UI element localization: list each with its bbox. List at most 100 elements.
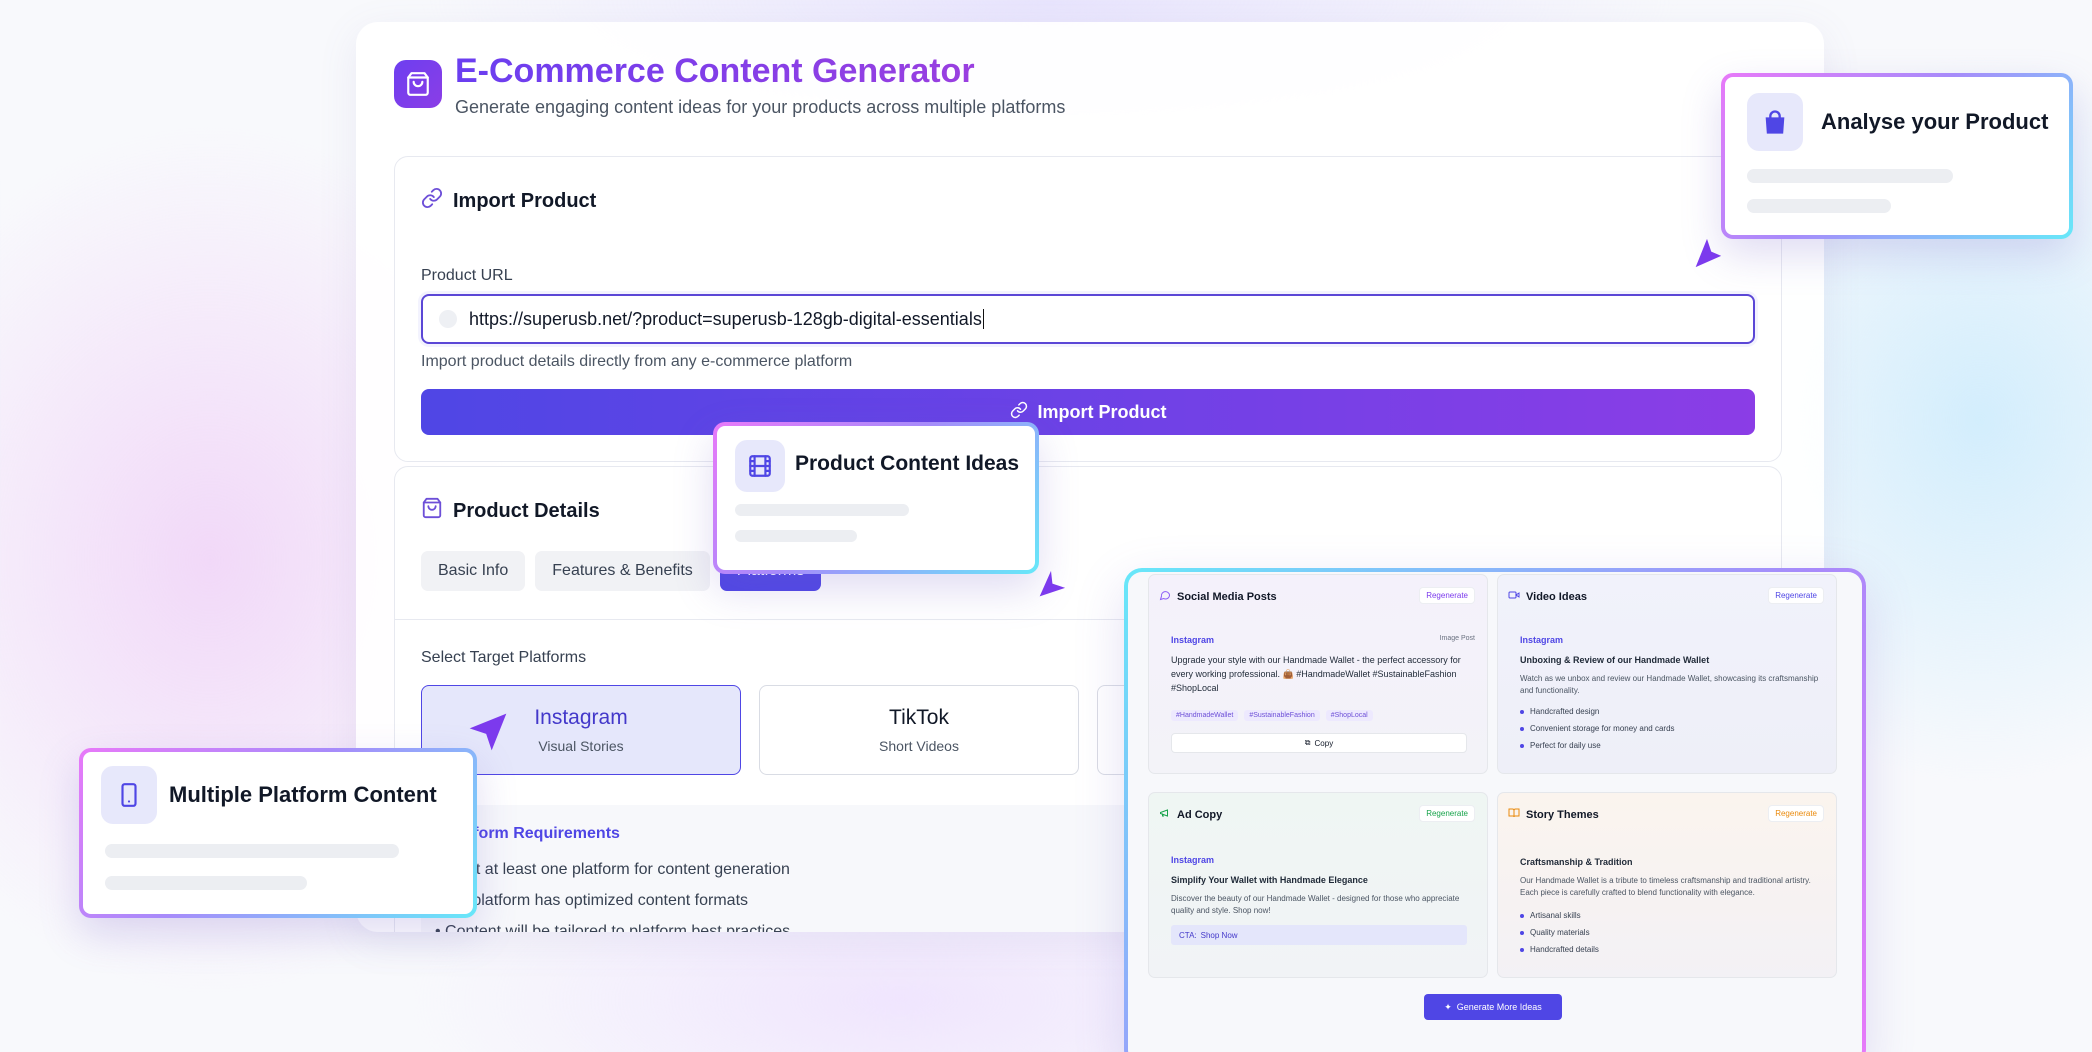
story-themes-title: Story Themes [1526, 808, 1599, 821]
video-heading: Unboxing & Review of our Handmade Wallet [1520, 655, 1710, 665]
content-ideas-title: Product Content Ideas [795, 452, 1020, 475]
story-heading: Craftsmanship & Tradition [1520, 857, 1633, 867]
requirement-item: • Content will be tailored to platform b… [435, 923, 791, 932]
video-ideas-card: Video Ideas Regenerate Instagram Unboxin… [1497, 574, 1837, 774]
ad-copy-title: Ad Copy [1177, 808, 1223, 821]
url-help-text: Import product details directly from any… [421, 353, 853, 370]
copy-label: Copy [1314, 738, 1334, 748]
platform-subtitle: Visual Stories [538, 738, 624, 754]
details-section-heading: Product Details [421, 497, 600, 525]
requirements-title: atform Requirements [459, 825, 620, 842]
regenerate-button[interactable]: Regenerate [1768, 805, 1824, 822]
analyse-card-title: Analyse your Product [1821, 109, 2049, 134]
skeleton-line [735, 504, 909, 516]
hashtags: #HandmadeWallet #SustainableFashion #ShopL… [1171, 709, 1379, 721]
platform-label: Instagram [1520, 635, 1564, 645]
skeleton-line [735, 530, 857, 542]
product-url-input[interactable]: https://superusb.net/?product=superusb-1… [421, 294, 1755, 344]
analyse-product-card: Analyse your Product [1721, 73, 2073, 239]
sparkles-icon: ✦ [1444, 1001, 1452, 1012]
shopping-bag-icon [421, 497, 443, 525]
requirement-item: h platform has optimized content formats [459, 892, 749, 909]
ad-copy-heading: Ad Copy [1159, 807, 1222, 822]
film-icon [735, 440, 785, 492]
shopping-bag-icon [394, 60, 442, 108]
link-icon [1010, 401, 1028, 424]
platform-card-tiktok[interactable]: TikTok Short Videos [759, 685, 1079, 775]
skeleton-line [1747, 199, 1891, 213]
platforms-label: Select Target Platforms [421, 649, 587, 666]
text-caret [982, 309, 984, 329]
video-bullet: Handcrafted design [1520, 707, 1599, 716]
post-type: Image Post [1439, 635, 1475, 642]
ad-heading: Simplify Your Wallet with Handmade Elega… [1171, 875, 1368, 885]
social-media-heading: Social Media Posts [1159, 589, 1277, 604]
regenerate-button[interactable]: Regenerate [1419, 587, 1475, 604]
ad-copy-card: Ad Copy Regenerate Instagram Simplify Yo… [1148, 792, 1488, 978]
skeleton-line [105, 876, 307, 890]
import-product-button[interactable]: Import Product [421, 389, 1755, 435]
smartphone-icon [101, 766, 157, 824]
page-subtitle: Generate engaging content ideas for your… [455, 97, 1066, 117]
import-button-label: Import Product [1037, 401, 1167, 422]
story-themes-card: Story Themes Regenerate Craftsmanship & … [1497, 792, 1837, 978]
skeleton-line [1747, 169, 1953, 183]
pointer-cursor-icon [1039, 570, 1066, 597]
content-ideas-card: Product Content Ideas [713, 422, 1039, 574]
story-themes-heading: Story Themes [1508, 807, 1599, 822]
pointer-cursor-icon [1695, 238, 1722, 268]
import-heading-label: Import Product [453, 189, 597, 212]
link-icon [421, 187, 443, 215]
multi-platform-title: Multiple Platform Content [169, 782, 437, 807]
generate-more-label: Generate More Ideas [1456, 1002, 1542, 1012]
story-bullet: Artisanal skills [1520, 911, 1581, 920]
story-bullet: Quality materials [1520, 928, 1590, 937]
hashtag-chip: #HandmadeWallet [1171, 710, 1239, 721]
book-icon [1508, 807, 1520, 822]
social-media-card: Social Media Posts Regenerate Instagram … [1148, 574, 1488, 774]
requirement-item: ect at least one platform for content ge… [459, 861, 790, 878]
regenerate-button[interactable]: Regenerate [1419, 805, 1475, 822]
hashtag-chip: #ShopLocal [1325, 710, 1373, 721]
video-ideas-heading: Video Ideas [1508, 589, 1587, 604]
product-url-label: Product URL [421, 267, 513, 284]
skeleton-line [105, 844, 399, 858]
globe-icon [439, 310, 457, 328]
video-icon [1508, 589, 1520, 604]
pointer-cursor-icon [469, 713, 507, 751]
multi-platform-card: Multiple Platform Content [79, 748, 477, 918]
video-description: Watch as we unbox and review our Handmad… [1520, 674, 1819, 695]
platform-name: TikTok [889, 706, 949, 729]
platform-name: Instagram [534, 706, 628, 729]
cta-value: Shop Now [1200, 930, 1238, 940]
megaphone-icon [1159, 807, 1171, 822]
regenerate-button[interactable]: Regenerate [1768, 587, 1824, 604]
import-product-section: Import Product Product URL https://super… [394, 156, 1782, 462]
video-bullet: Convenient storage for money and cards [1520, 724, 1675, 733]
ad-description: Discover the beauty of our Handmade Wall… [1171, 894, 1460, 915]
page-title: E-Commerce Content Generator [455, 52, 975, 90]
message-icon [1159, 589, 1171, 604]
copy-icon: ⧉ [1304, 738, 1311, 747]
generate-more-ideas-button[interactable]: ✦ Generate More Ideas [1424, 994, 1562, 1020]
details-heading-label: Product Details [453, 499, 600, 522]
platform-label: Instagram [1171, 855, 1215, 865]
copy-button[interactable]: ⧉ Copy [1171, 733, 1467, 753]
social-media-title: Social Media Posts [1177, 590, 1277, 603]
import-section-heading: Import Product [421, 187, 596, 215]
hashtag-chip: #SustainableFashion [1244, 710, 1320, 721]
platform-label: Instagram [1171, 635, 1215, 645]
story-bullet: Handcrafted details [1520, 945, 1599, 954]
story-description: Our Handmade Wallet is a tribute to time… [1520, 876, 1811, 897]
video-bullet: Perfect for daily use [1520, 741, 1601, 750]
cta-label: CTA: [1179, 930, 1197, 940]
video-ideas-title: Video Ideas [1526, 590, 1587, 603]
post-text: Upgrade your style with our Handmade Wal… [1171, 655, 1461, 693]
platform-subtitle: Short Videos [879, 738, 959, 754]
tab-basic-info[interactable]: Basic Info [421, 551, 526, 591]
cta-box: CTA: Shop Now [1171, 925, 1467, 945]
url-value: https://superusb.net/?product=superusb-1… [469, 308, 982, 329]
tab-features-benefits[interactable]: Features & Benefits [535, 551, 710, 591]
shopping-bag-icon [1747, 93, 1803, 151]
content-preview-panel: Social Media Posts Regenerate Instagram … [1124, 568, 1866, 1052]
